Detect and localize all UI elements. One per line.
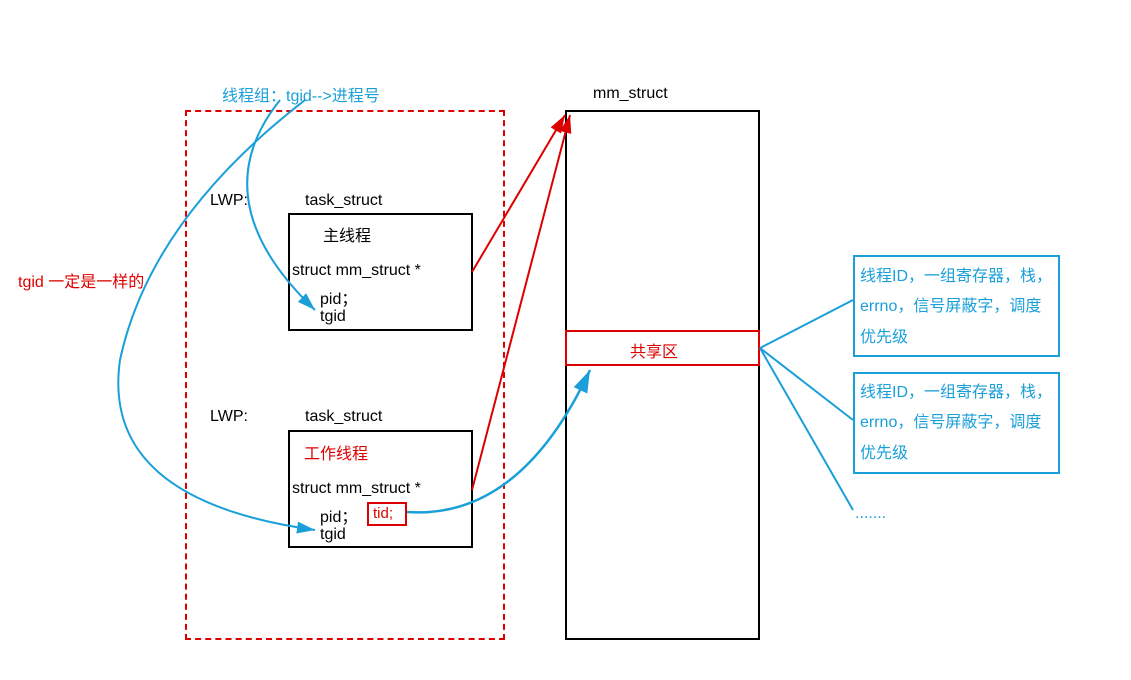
lwp-label-2: LWP: (210, 408, 248, 426)
line-shared-to-attr2 (760, 348, 853, 420)
main-thread-label: 主线程 (323, 222, 371, 246)
work-thread-label: 工作线程 (304, 440, 368, 464)
thread-attr-text-1: 线程ID，一组寄存器，栈，errno，信号屏蔽字，调度优先级 (860, 262, 1055, 353)
thread-group-label: 线程组：tgid-->进程号 (222, 82, 380, 106)
task-struct-label-1: task_struct (305, 192, 382, 210)
pid-label-1: pid； (320, 285, 357, 309)
mm-struct-ptr-2: struct mm_struct * (292, 480, 421, 498)
line-shared-to-ellipsis (760, 348, 853, 510)
pid-label-2: pid； (320, 503, 357, 527)
line-shared-to-attr1 (760, 300, 853, 348)
task-struct-label-2: task_struct (305, 408, 382, 426)
mm-struct-box (565, 110, 760, 640)
tgid-same-label: tgid 一定是一样的 (18, 268, 144, 292)
thread-attr-text-2: 线程ID，一组寄存器，栈，errno，信号屏蔽字，调度优先级 (860, 378, 1055, 469)
lwp-label-1: LWP: (210, 192, 248, 210)
mm-struct-ptr-1: struct mm_struct * (292, 262, 421, 280)
tgid-label-2: tgid (320, 526, 346, 544)
shared-area-label: 共享区 (630, 338, 678, 362)
thread-group-container (185, 110, 505, 640)
ellipsis-label: ....... (855, 505, 886, 523)
tgid-label-1: tgid (320, 308, 346, 326)
mm-struct-title: mm_struct (593, 85, 668, 103)
tid-label: tid; (373, 505, 393, 522)
